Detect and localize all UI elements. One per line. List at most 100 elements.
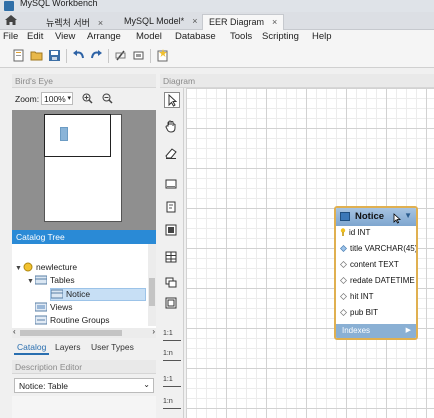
diagram-tool-palette: 1:1 1:n 1:1 1:n <box>160 88 184 418</box>
note-tool[interactable] <box>164 200 180 216</box>
menu-arrange[interactable]: Arrange <box>87 31 121 42</box>
sidebar-tabs: Catalog Layers User Types <box>12 338 156 358</box>
collapse-icon[interactable]: ▼ <box>404 211 412 220</box>
description-text-area[interactable] <box>12 396 156 418</box>
pointer-tool[interactable] <box>164 92 180 108</box>
menu-database[interactable]: Database <box>175 31 216 42</box>
tab-model[interactable]: MySQL Model* × <box>118 14 203 30</box>
menu-view[interactable]: View <box>55 31 75 42</box>
menu-help[interactable]: Help <box>312 31 332 42</box>
zoom-select[interactable]: 100% ▾ <box>41 92 73 105</box>
open-folder-icon[interactable] <box>30 49 43 62</box>
window-title: MySQL Workbench <box>20 0 98 8</box>
scrollbar-thumb[interactable] <box>149 278 155 306</box>
tab-user-types[interactable]: User Types <box>88 341 137 353</box>
menu-model[interactable]: Model <box>136 31 162 42</box>
new-table-tool[interactable] <box>164 250 180 266</box>
menu-scripting[interactable]: Scripting <box>262 31 299 42</box>
hand-tool[interactable] <box>164 119 180 135</box>
new-routine-group-tool[interactable] <box>164 296 180 312</box>
column-diamond-icon <box>340 293 347 302</box>
new-document-icon[interactable] <box>12 49 25 62</box>
database-icon <box>23 262 33 274</box>
views-icon <box>34 302 48 314</box>
expand-arrow-icon[interactable]: ▼ <box>27 278 35 285</box>
layer-tool[interactable] <box>164 177 180 193</box>
column-hit[interactable]: hit INT <box>340 292 374 306</box>
image-tool[interactable] <box>164 223 180 239</box>
tree-item-views[interactable]: Views <box>34 302 73 315</box>
relationship-1-n-identifying-tool[interactable]: 1:n <box>163 398 181 409</box>
entity-header[interactable]: Notice ▼ <box>336 208 416 226</box>
eraser-icon <box>164 148 178 162</box>
tree-item-notice[interactable]: Notice <box>50 288 146 301</box>
pointer-icon <box>165 93 179 109</box>
tab-server[interactable]: 뉴렉처 서버 × <box>40 14 109 30</box>
tab-layers[interactable]: Layers <box>52 341 84 353</box>
column-label: pub BIT <box>350 308 379 317</box>
relationship-line-icon <box>163 340 181 341</box>
align-grid-icon[interactable] <box>132 49 145 62</box>
tree-item-label: Routine Groups <box>50 315 110 325</box>
tree-item-routine-groups[interactable]: Routine Groups <box>34 315 110 328</box>
tab-eer-diagram[interactable]: EER Diagram × <box>202 14 285 30</box>
column-label: hit INT <box>350 292 374 301</box>
scroll-left-icon[interactable]: ‹ <box>13 327 16 336</box>
relationship-line-icon <box>163 386 181 387</box>
column-title[interactable]: title VARCHAR(45) <box>340 244 416 258</box>
new-view-tool[interactable] <box>164 275 180 291</box>
column-pub[interactable]: pub BIT <box>340 308 378 322</box>
tab-catalog[interactable]: Catalog <box>14 341 50 355</box>
relationship-label: 1:1 <box>163 376 173 383</box>
toggle-grid-icon[interactable] <box>114 49 127 62</box>
close-icon[interactable]: × <box>272 17 277 27</box>
home-tab[interactable] <box>4 14 26 28</box>
minimap-page <box>44 114 122 222</box>
vertical-scrollbar[interactable] <box>148 244 156 326</box>
relationship-label: 1:n <box>163 350 173 357</box>
column-redate[interactable]: redate DATETIME <box>340 276 415 290</box>
relationship-line-icon <box>163 408 181 409</box>
zoom-in-icon[interactable] <box>82 93 93 104</box>
tree-item-schema[interactable]: ▼ newlecture <box>15 262 77 275</box>
menu-bar: File Edit View Arrange Model Database To… <box>0 30 434 44</box>
redo-icon[interactable] <box>90 49 103 62</box>
menu-file[interactable]: File <box>3 31 18 42</box>
undo-icon[interactable] <box>72 49 85 62</box>
tab-label: EER Diagram <box>209 17 265 27</box>
diagram-header: Diagram <box>160 74 434 88</box>
table-grid-icon <box>164 251 178 266</box>
minimap-viewport[interactable] <box>44 114 111 157</box>
menu-tools[interactable]: Tools <box>230 31 252 42</box>
chevron-down-icon: ▾ <box>67 95 71 102</box>
column-content[interactable]: content TEXT <box>340 260 399 274</box>
eraser-tool[interactable] <box>164 146 180 162</box>
relationship-1-1-identifying-tool[interactable]: 1:1 <box>163 376 181 387</box>
table-entity-notice[interactable]: Notice ▼ id INT title VARCHAR(45) conten… <box>334 206 418 340</box>
relationship-1-n-tool[interactable]: 1:n <box>163 350 181 361</box>
close-icon[interactable]: × <box>98 18 103 28</box>
birds-eye-minimap[interactable] <box>12 110 156 230</box>
tab-bar: 뉴렉처 서버 × MySQL Model* × EER Diagram × <box>0 12 434 30</box>
new-diagram-icon[interactable] <box>156 49 169 62</box>
expand-arrow-icon[interactable]: ▼ <box>15 265 23 272</box>
chevron-down-icon: ⌄ <box>143 380 150 389</box>
save-icon[interactable] <box>48 49 61 62</box>
expand-arrow-icon[interactable]: ▶ <box>406 326 411 334</box>
tree-item-label: Views <box>50 302 73 312</box>
app-icon <box>4 1 14 11</box>
scroll-right-icon[interactable]: › <box>152 327 155 336</box>
column-label: content TEXT <box>350 260 399 269</box>
entity-indexes-section[interactable]: Indexes ▶ <box>336 324 416 338</box>
tree-item-tables[interactable]: ▼ Tables <box>27 275 75 288</box>
description-object-select[interactable]: Notice: Table ⌄ <box>14 378 154 393</box>
column-id[interactable]: id INT <box>340 228 370 242</box>
catalog-tree-header: Catalog Tree <box>12 230 156 244</box>
scrollbar-thumb[interactable] <box>20 330 122 336</box>
relationship-1-1-tool[interactable]: 1:1 <box>163 330 181 341</box>
minimap-entity <box>60 127 68 141</box>
menu-edit[interactable]: Edit <box>27 31 43 42</box>
zoom-out-icon[interactable] <box>102 93 113 104</box>
close-icon[interactable]: × <box>192 16 197 26</box>
horizontal-scrollbar[interactable]: ‹ › <box>12 327 156 338</box>
